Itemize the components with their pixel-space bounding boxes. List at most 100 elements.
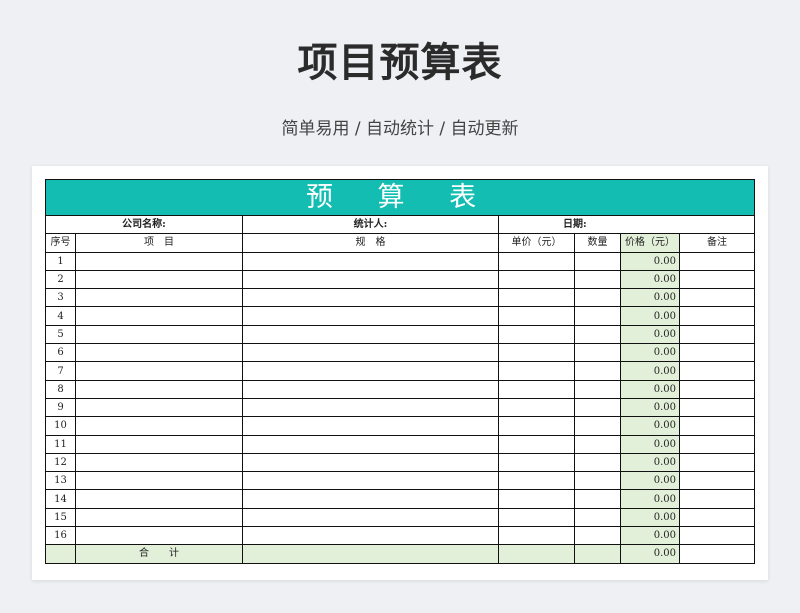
unit-price-cell[interactable] [498, 251, 575, 271]
price-cell[interactable]: 0.00 [620, 379, 680, 399]
spec-cell[interactable] [242, 489, 499, 509]
spec-cell[interactable] [242, 343, 499, 363]
unit-price-cell[interactable] [498, 324, 575, 345]
row-number-cell[interactable]: 15 [45, 507, 76, 528]
header-cell-no[interactable]: 序号 [45, 233, 76, 253]
price-cell[interactable]: 0.00 [620, 306, 680, 326]
notes-cell[interactable] [678, 361, 756, 381]
header-cell-price[interactable]: 价格（元） [620, 233, 680, 253]
spec-cell[interactable] [242, 251, 499, 271]
spec-cell[interactable] [242, 416, 499, 436]
row-number-cell[interactable]: 8 [45, 379, 76, 399]
stats-person-label[interactable]: 统计人: [242, 214, 499, 235]
price-cell[interactable]: 0.00 [620, 452, 680, 473]
notes-cell[interactable] [678, 324, 756, 345]
item-cell[interactable] [75, 269, 243, 290]
spec-cell[interactable] [242, 452, 499, 473]
total-unit-price-cell[interactable] [498, 544, 575, 564]
notes-cell[interactable] [678, 288, 756, 308]
price-cell[interactable]: 0.00 [620, 251, 680, 271]
total-price-cell[interactable]: 0.00 [620, 544, 680, 564]
quantity-cell[interactable] [574, 324, 621, 345]
item-cell[interactable] [75, 343, 243, 363]
unit-price-cell[interactable] [498, 397, 575, 418]
item-cell[interactable] [75, 452, 243, 473]
item-cell[interactable] [75, 288, 243, 308]
spec-cell[interactable] [242, 526, 499, 546]
unit-price-cell[interactable] [498, 361, 575, 381]
item-cell[interactable] [75, 361, 243, 381]
total-blank-cell[interactable] [45, 544, 76, 564]
row-number-cell[interactable]: 7 [45, 361, 76, 381]
notes-cell[interactable] [678, 526, 756, 546]
price-cell[interactable]: 0.00 [620, 397, 680, 418]
row-number-cell[interactable]: 2 [45, 269, 76, 290]
item-cell[interactable] [75, 324, 243, 345]
quantity-cell[interactable] [574, 526, 621, 546]
header-cell-item[interactable]: 项 目 [75, 233, 243, 253]
price-cell[interactable]: 0.00 [620, 343, 680, 363]
notes-cell[interactable] [678, 379, 756, 399]
item-cell[interactable] [75, 526, 243, 546]
sheet-title[interactable]: 预 算 表 [44, 179, 756, 216]
quantity-cell[interactable] [574, 306, 621, 326]
row-number-cell[interactable]: 10 [45, 416, 76, 436]
header-cell-notes[interactable]: 备注 [678, 233, 756, 253]
row-number-cell[interactable]: 9 [45, 397, 76, 418]
notes-cell[interactable] [678, 434, 756, 454]
quantity-cell[interactable] [574, 251, 621, 271]
row-number-cell[interactable]: 16 [45, 526, 76, 546]
price-cell[interactable]: 0.00 [620, 489, 680, 509]
quantity-cell[interactable] [574, 452, 621, 473]
item-cell[interactable] [75, 379, 243, 399]
quantity-cell[interactable] [574, 288, 621, 308]
row-number-cell[interactable]: 11 [45, 434, 76, 454]
price-cell[interactable]: 0.00 [620, 416, 680, 436]
row-number-cell[interactable]: 13 [45, 471, 76, 491]
spec-cell[interactable] [242, 361, 499, 381]
item-cell[interactable] [75, 507, 243, 528]
quantity-cell[interactable] [574, 379, 621, 399]
row-number-cell[interactable]: 5 [45, 324, 76, 345]
row-number-cell[interactable]: 1 [45, 251, 76, 271]
notes-cell[interactable] [678, 251, 756, 271]
item-cell[interactable] [75, 251, 243, 271]
notes-cell[interactable] [678, 397, 756, 418]
spec-cell[interactable] [242, 324, 499, 345]
quantity-cell[interactable] [574, 397, 621, 418]
row-number-cell[interactable]: 3 [45, 288, 76, 308]
quantity-cell[interactable] [574, 471, 621, 491]
unit-price-cell[interactable] [498, 288, 575, 308]
notes-cell[interactable] [678, 306, 756, 326]
spec-cell[interactable] [242, 379, 499, 399]
row-number-cell[interactable]: 4 [45, 306, 76, 326]
quantity-cell[interactable] [574, 416, 621, 436]
unit-price-cell[interactable] [498, 416, 575, 436]
company-name-label[interactable]: 公司名称: [45, 214, 243, 235]
quantity-cell[interactable] [574, 489, 621, 509]
notes-cell[interactable] [678, 471, 756, 491]
notes-cell[interactable] [678, 489, 756, 509]
unit-price-cell[interactable] [498, 489, 575, 509]
quantity-cell[interactable] [574, 361, 621, 381]
price-cell[interactable]: 0.00 [620, 288, 680, 308]
price-cell[interactable]: 0.00 [620, 324, 680, 345]
notes-cell[interactable] [678, 452, 756, 473]
unit-price-cell[interactable] [498, 507, 575, 528]
price-cell[interactable]: 0.00 [620, 434, 680, 454]
header-cell-spec[interactable]: 规 格 [242, 233, 499, 253]
item-cell[interactable] [75, 434, 243, 454]
unit-price-cell[interactable] [498, 343, 575, 363]
spec-cell[interactable] [242, 306, 499, 326]
notes-cell[interactable] [678, 507, 756, 528]
total-label[interactable]: 合 计 [75, 544, 243, 564]
total-quantity-cell[interactable] [574, 544, 621, 564]
item-cell[interactable] [75, 471, 243, 491]
notes-cell[interactable] [678, 416, 756, 436]
item-cell[interactable] [75, 416, 243, 436]
date-label[interactable]: 日期: [497, 214, 756, 235]
quantity-cell[interactable] [574, 434, 621, 454]
price-cell[interactable]: 0.00 [620, 269, 680, 290]
quantity-cell[interactable] [574, 507, 621, 528]
unit-price-cell[interactable] [498, 526, 575, 546]
